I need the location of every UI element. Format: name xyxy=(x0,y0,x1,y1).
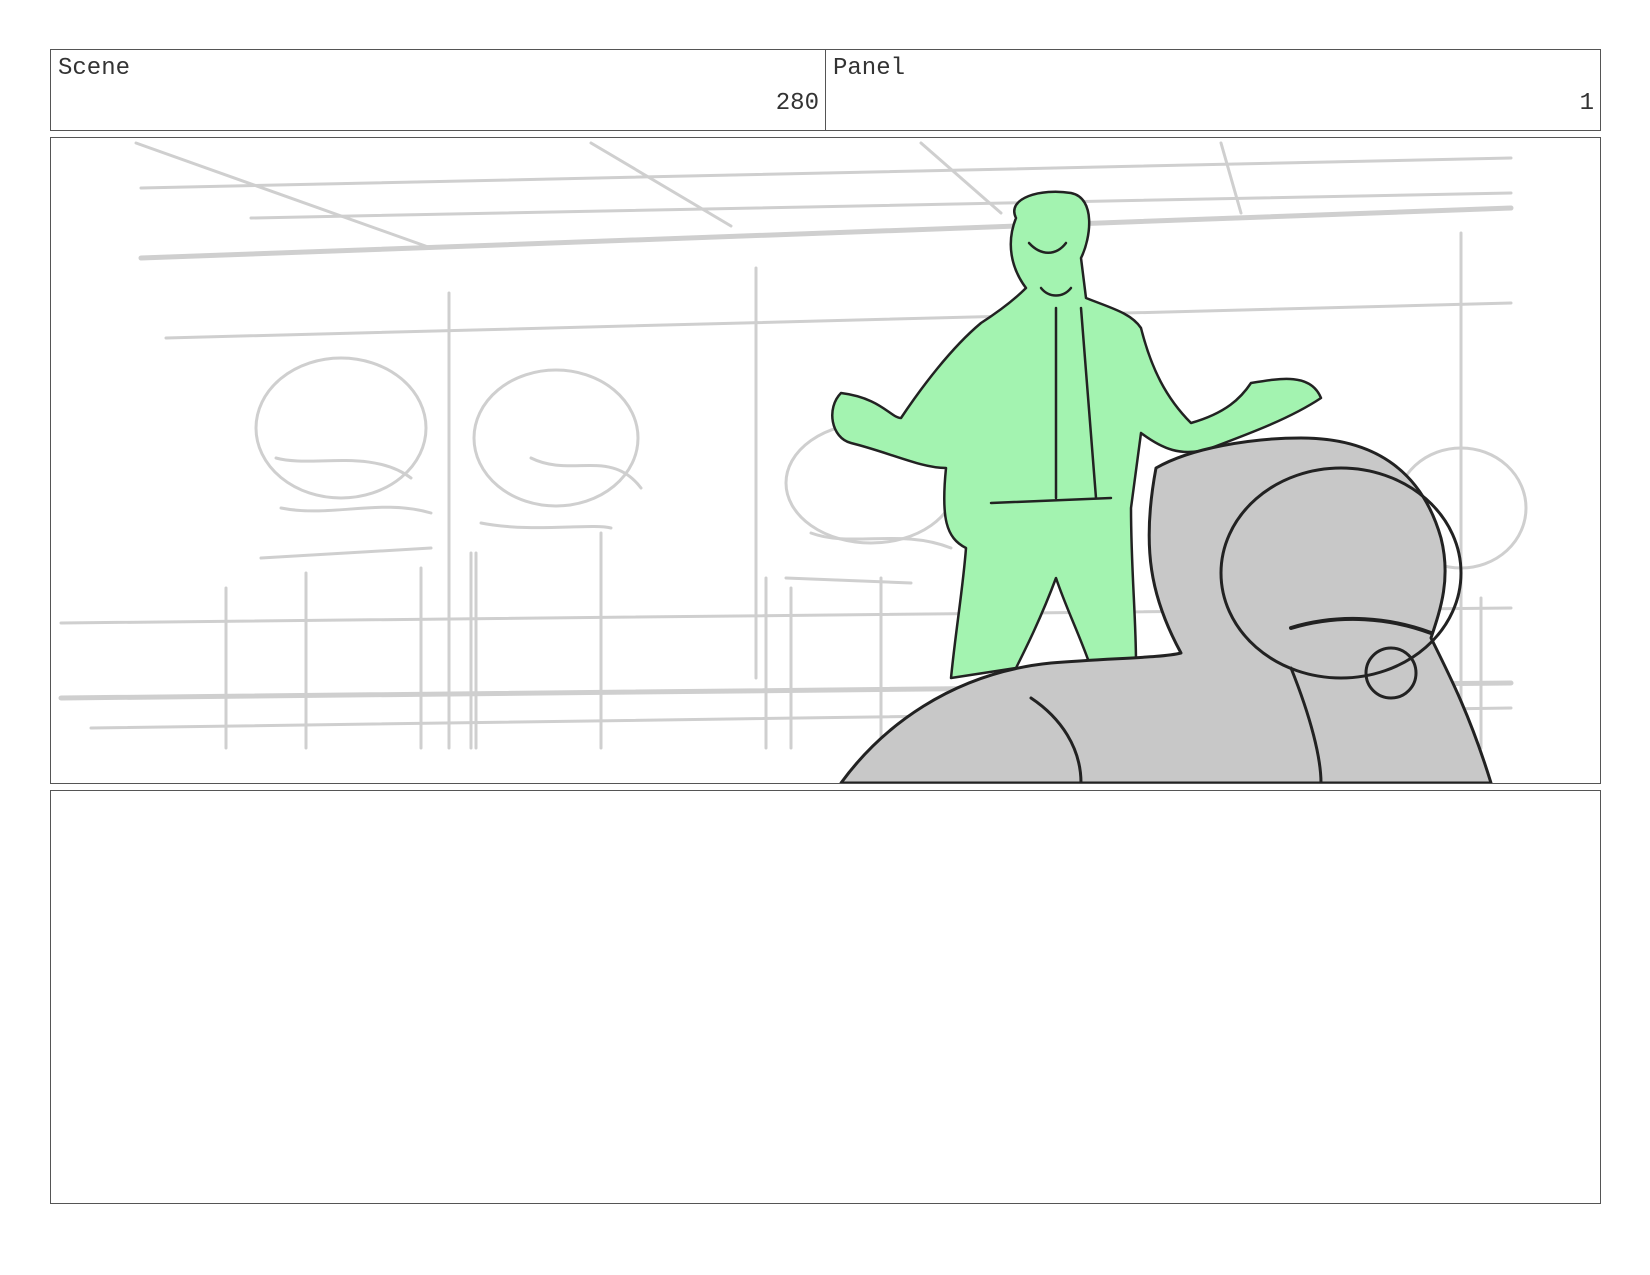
panel-number: 1 xyxy=(1579,90,1594,117)
scene-label: Scene xyxy=(58,55,131,82)
storyboard-frame xyxy=(50,137,1601,784)
panel-cell: Panel 1 xyxy=(825,50,1600,130)
scene-panel-header: Scene 280 Panel 1 xyxy=(50,49,1601,131)
scene-number: 280 xyxy=(775,90,819,117)
panel-label: Panel xyxy=(833,55,906,82)
foreground-figure xyxy=(839,436,1493,783)
scene-cell: Scene 280 xyxy=(51,50,825,130)
storyboard-sketch-icon xyxy=(58,141,1528,783)
notes-area xyxy=(50,790,1601,1204)
